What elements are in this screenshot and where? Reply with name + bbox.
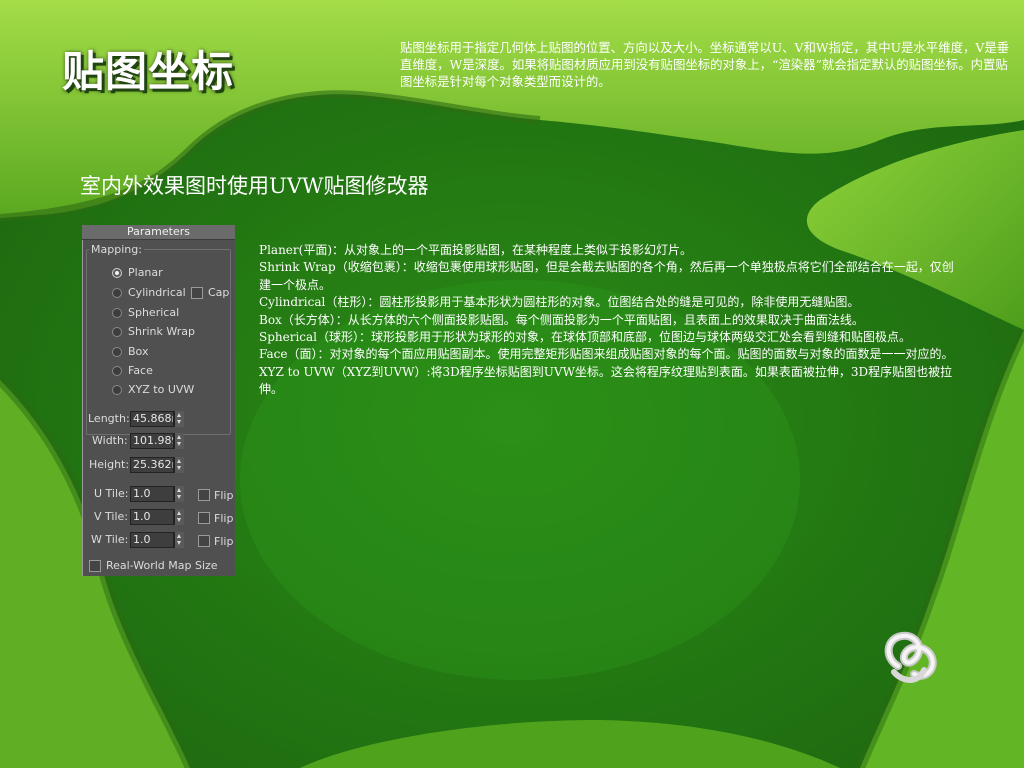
cap-label: Cap	[208, 286, 230, 299]
shrink-wrap-radio[interactable]	[112, 327, 122, 337]
u-tile-field[interactable]: 1.0	[130, 486, 174, 502]
v-flip-label: Flip	[214, 512, 234, 525]
u-tile-spinner[interactable]	[174, 486, 184, 502]
u-flip-checkbox[interactable]	[198, 489, 210, 501]
height-field[interactable]: 25.362m	[130, 457, 174, 473]
v-tile-spinner[interactable]	[174, 509, 184, 525]
knot-logo-icon	[884, 631, 937, 683]
desc-planar: Planer(平面)：从对象上的一个平面投影贴图，在某种程度上类似于投影幻灯片。	[259, 243, 692, 257]
planar-radio[interactable]	[112, 268, 122, 278]
cylindrical-label[interactable]: Cylindrical	[128, 286, 186, 299]
length-label: Length:	[88, 412, 130, 425]
desc-xyz-to-uvw: XYZ to UVW（XYZ到UVW）:将3D程序坐标贴图到UVW坐标。这会将程…	[259, 364, 953, 397]
desc-face: Face（面）：对对象的每个面应用贴图副本。使用完整矩形贴图来组成贴图对象的每个…	[259, 347, 954, 362]
width-field[interactable]: 101.989	[130, 433, 174, 449]
face-radio[interactable]	[112, 366, 122, 376]
parameters-rollout-header[interactable]: Parameters	[82, 225, 235, 240]
v-tile-label: V Tile:	[94, 510, 128, 523]
cap-checkbox[interactable]	[191, 287, 203, 299]
box-label[interactable]: Box	[128, 345, 148, 358]
desc-shrink-wrap: Shrink Wrap（收缩包裹）：收缩包裹使用球形贴图，但是会截去贴图的各个角…	[259, 260, 954, 292]
desc-spherical: Spherical（球形）：球形投影用于形状为球形的对象，在球体顶部和底部，位图…	[259, 330, 912, 345]
u-tile-label: U Tile:	[94, 487, 129, 500]
height-label: Height:	[89, 458, 130, 471]
mapping-descriptions: Planer(平面)：从对象上的一个平面投影贴图，在某种程度上类似于投影幻灯片。…	[259, 242, 965, 399]
w-flip-label: Flip	[214, 535, 234, 548]
page-title: 贴图坐标	[62, 47, 235, 96]
length-spinner[interactable]	[174, 411, 184, 427]
desc-cylindrical: Cylindrical（柱形）：圆柱形投影用于基本形状为圆柱形的对象。位图结合处…	[259, 295, 860, 310]
height-spinner[interactable]	[174, 457, 184, 473]
face-label[interactable]: Face	[128, 364, 153, 377]
w-flip-checkbox[interactable]	[198, 535, 210, 547]
desc-box: Box（长方体）：从长方体的六个侧面投影贴图。每个侧面投影为一个平面贴图，且表面…	[259, 312, 864, 327]
spherical-label[interactable]: Spherical	[128, 306, 179, 319]
mapping-label: Mapping:	[89, 243, 144, 256]
w-tile-field[interactable]: 1.0	[130, 532, 174, 548]
planar-label[interactable]: Planar	[128, 266, 163, 279]
real-world-map-size-checkbox[interactable]	[89, 560, 101, 572]
width-label: Width:	[92, 434, 128, 447]
xyz-to-uvw-label[interactable]: XYZ to UVW	[128, 383, 194, 396]
parameters-panel: Parameters Mapping: Planar Cylindrical C…	[82, 225, 235, 576]
panel-rule	[82, 240, 83, 576]
intro-paragraph: 贴图坐标用于指定几何体上贴图的位置、方向以及大小。坐标通常以U、V和W指定，其中…	[400, 40, 1010, 89]
xyz-to-uvw-radio[interactable]	[112, 385, 122, 395]
shrink-wrap-label[interactable]: Shrink Wrap	[128, 325, 195, 338]
width-spinner[interactable]	[174, 433, 184, 449]
real-world-map-size-label: Real-World Map Size	[106, 559, 218, 572]
w-tile-label: W Tile:	[91, 533, 129, 546]
cylindrical-radio[interactable]	[112, 288, 122, 298]
spherical-radio[interactable]	[112, 308, 122, 318]
v-flip-checkbox[interactable]	[198, 512, 210, 524]
length-field[interactable]: 45.868m	[130, 411, 174, 427]
box-radio[interactable]	[112, 347, 122, 357]
section-subtitle: 室内外效果图时使用UVW贴图修改器	[80, 174, 429, 198]
u-flip-label: Flip	[214, 489, 234, 502]
w-tile-spinner[interactable]	[174, 532, 184, 548]
v-tile-field[interactable]: 1.0	[130, 509, 174, 525]
